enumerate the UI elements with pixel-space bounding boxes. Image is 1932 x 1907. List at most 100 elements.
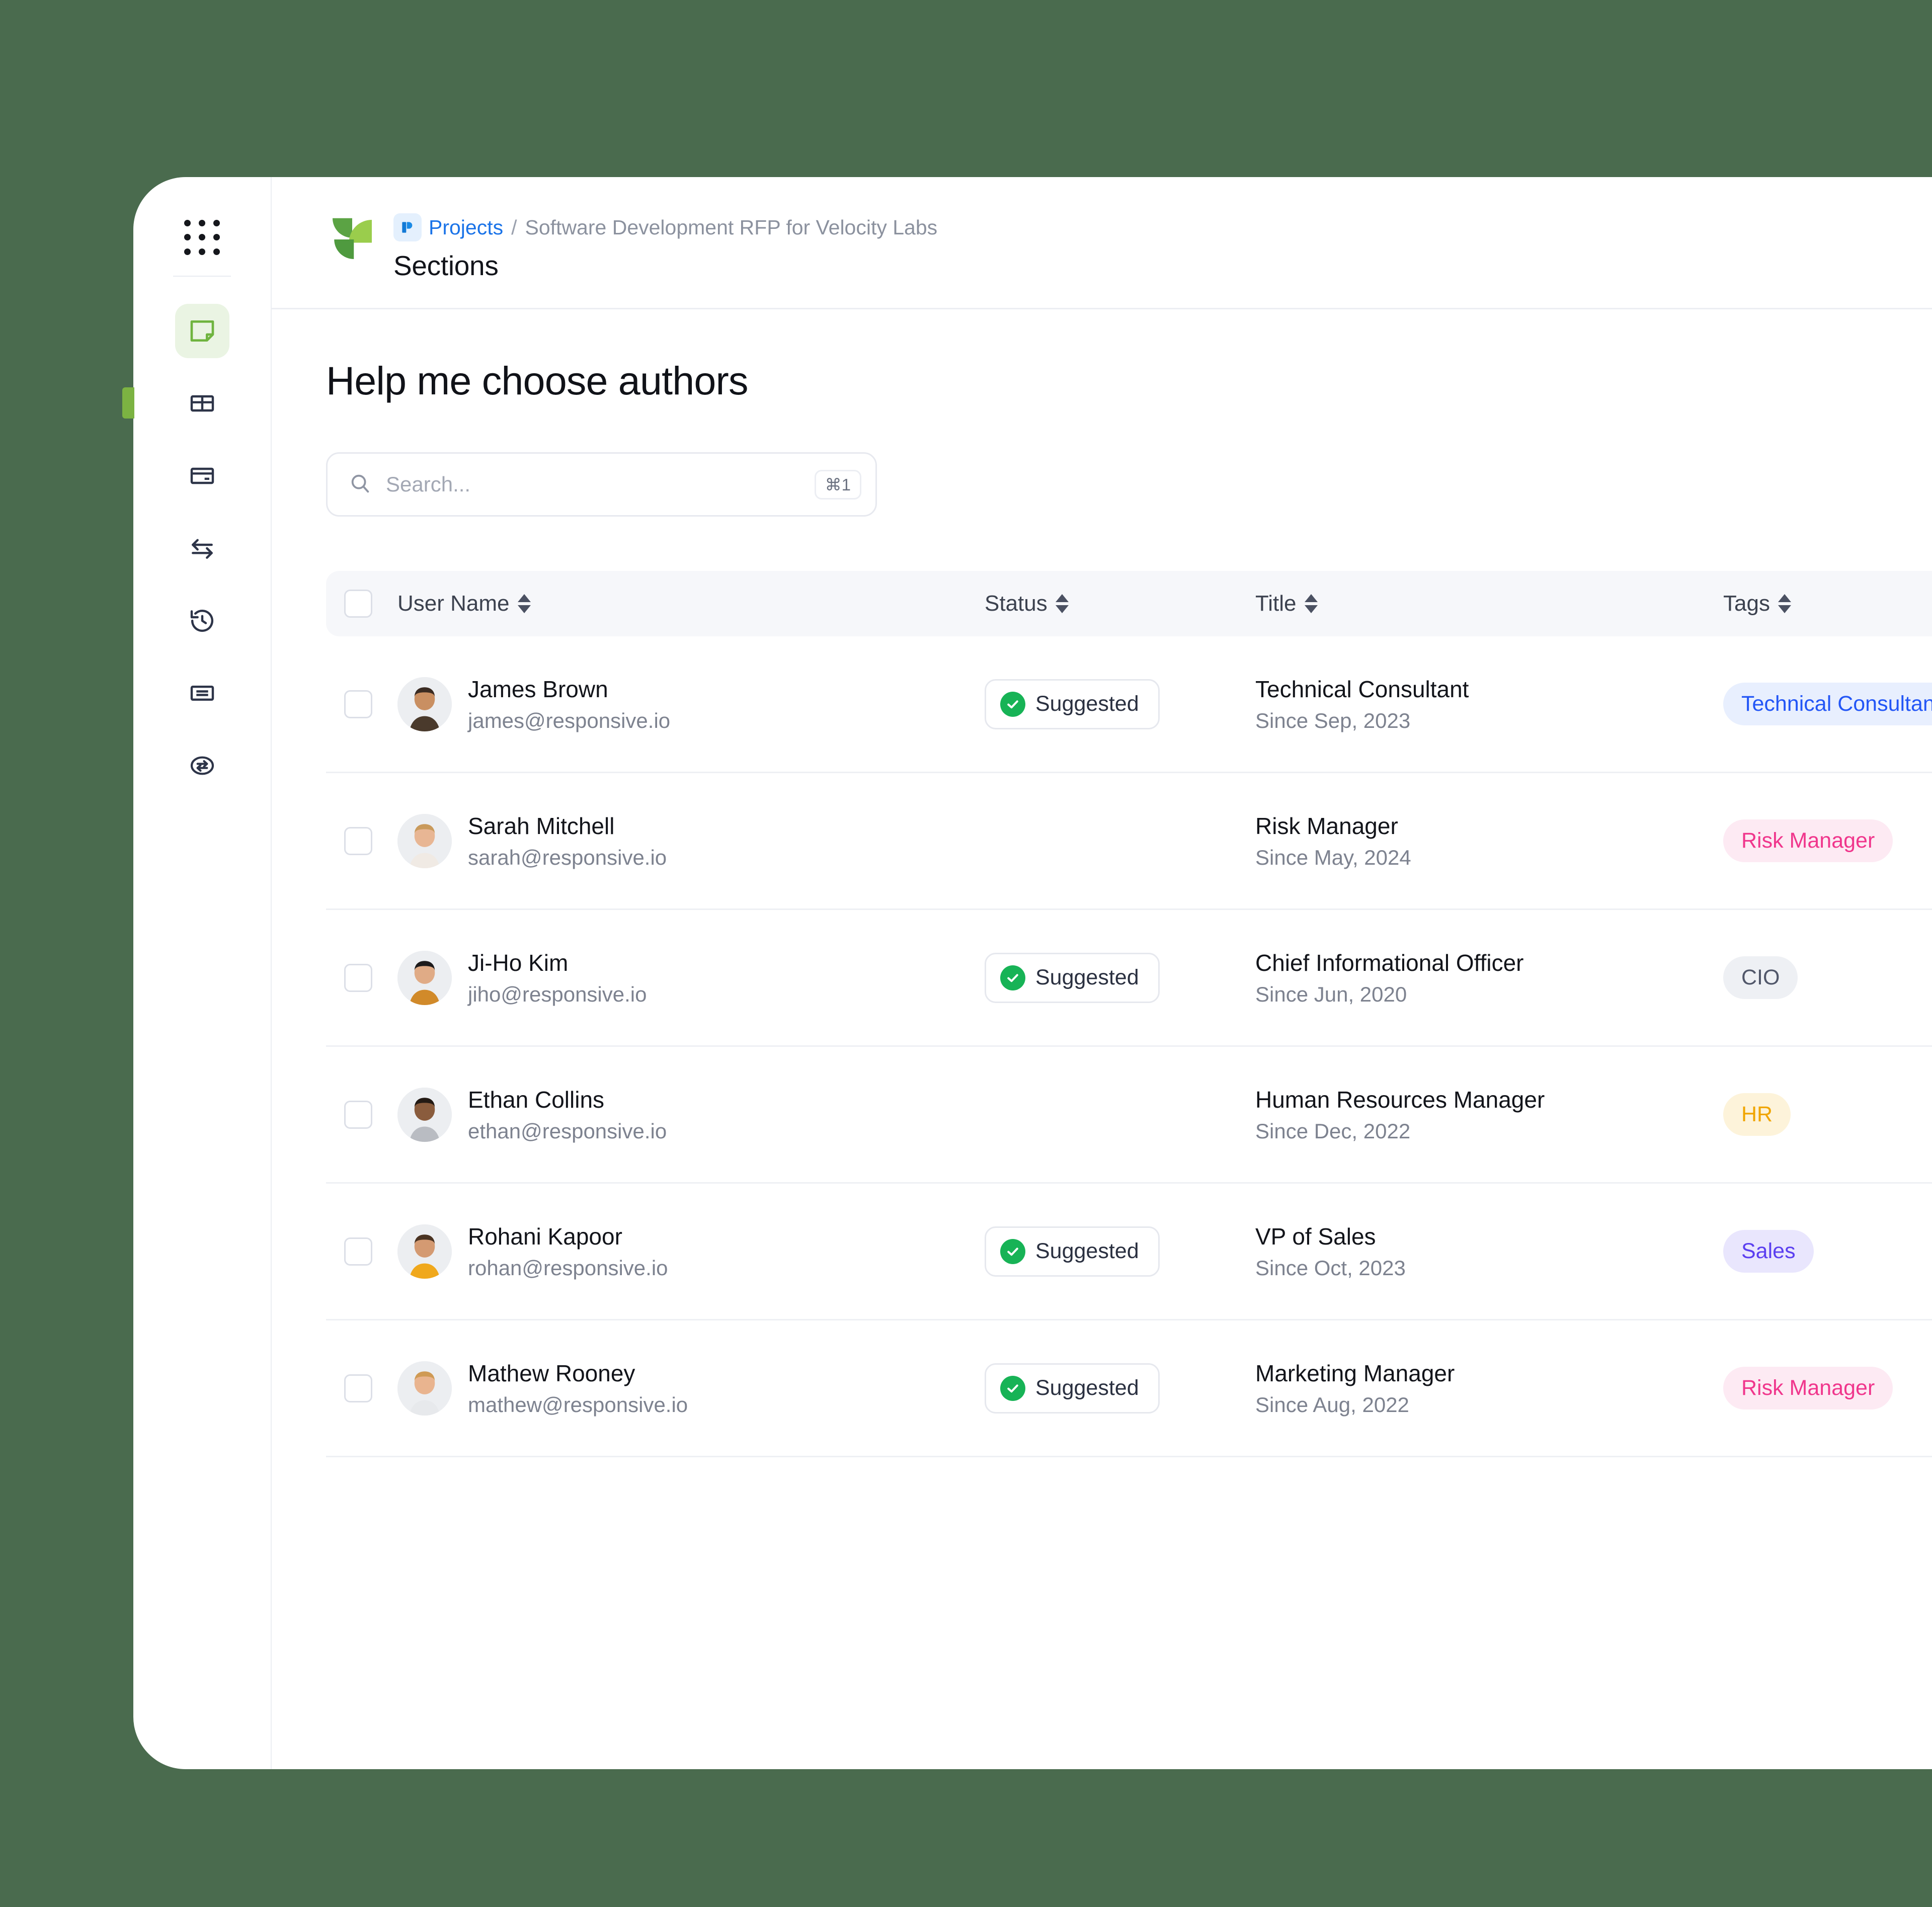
tag-badge[interactable]: Sales	[1723, 1230, 1814, 1273]
status-badge-suggested[interactable]: Suggested	[985, 1226, 1160, 1277]
icon-rail	[133, 177, 272, 1769]
status-badge-label: Suggested	[1035, 1376, 1139, 1400]
sort-arrows-icon	[1778, 594, 1791, 613]
user-name: James Brown	[468, 676, 608, 702]
select-all-checkbox[interactable]	[344, 590, 372, 618]
status-badge-suggested[interactable]: Suggested	[985, 1363, 1160, 1414]
tag-badge[interactable]: CIO	[1723, 956, 1798, 999]
row-checkbox[interactable]	[344, 826, 372, 855]
sort-arrows-icon	[517, 594, 531, 613]
user-email: mathew@responsive.io	[468, 1392, 688, 1417]
rail-item-history[interactable]	[175, 594, 229, 648]
user-email: james@responsive.io	[468, 708, 671, 732]
rail-item-table[interactable]	[175, 376, 229, 431]
job-title: Human Resources Manager	[1255, 1086, 1545, 1113]
breadcrumb-projects-link[interactable]: Projects	[429, 216, 503, 239]
grid-dots-icon[interactable]	[183, 218, 221, 257]
since-date: Since Aug, 2022	[1255, 1392, 1409, 1417]
job-title: Marketing Manager	[1255, 1360, 1455, 1386]
title-cell: VP of Sales Since Oct, 2023	[1255, 1223, 1723, 1280]
user-email: jiho@responsive.io	[468, 982, 647, 1006]
avatar	[397, 813, 452, 868]
table-row[interactable]: Rohani Kapoor rohan@responsive.io Suggeste…	[326, 1184, 1932, 1320]
row-checkbox[interactable]	[344, 1100, 372, 1129]
search-input[interactable]	[386, 472, 815, 496]
avatar	[397, 1224, 452, 1279]
user-cell: James Brown james@responsive.io	[397, 676, 985, 733]
rail-item-swap[interactable]	[175, 521, 229, 575]
card-icon	[188, 462, 216, 490]
row-select-cell	[326, 1100, 397, 1129]
header-cell-status: Status	[985, 591, 1255, 616]
header-label-user-name: User Name	[397, 591, 510, 616]
history-icon	[188, 607, 216, 635]
table-row[interactable]: Ji-Ho Kim jiho@responsive.io Suggested Chie…	[326, 910, 1932, 1047]
job-title: Risk Manager	[1255, 812, 1398, 839]
user-name: Ji-Ho Kim	[468, 949, 569, 976]
document-icon	[188, 679, 216, 707]
table-row[interactable]: Mathew Rooney mathew@responsive.io Suggest…	[326, 1320, 1932, 1457]
page-header: Projects / Software Development RFP for …	[272, 177, 1932, 309]
row-checkbox[interactable]	[344, 1237, 372, 1266]
user-name: Rohani Kapoor	[468, 1223, 622, 1250]
note-icon	[188, 317, 216, 345]
tag-badge[interactable]: Risk Manager	[1723, 1367, 1893, 1409]
status-badge-label: Suggested	[1035, 692, 1139, 716]
tag-badge[interactable]: Risk Manager	[1723, 819, 1893, 862]
tag-badge[interactable]: Technical Consultant	[1723, 683, 1932, 725]
page-title: Sections	[393, 250, 499, 281]
search-icon	[349, 472, 372, 498]
sort-user-name[interactable]: User Name	[397, 591, 531, 616]
row-select-cell	[326, 826, 397, 855]
sort-title[interactable]: Title	[1255, 591, 1318, 616]
user-identity: James Brown james@responsive.io	[468, 676, 670, 733]
select-all-cell	[326, 590, 397, 618]
projects-app-icon	[393, 213, 422, 241]
table-row[interactable]: Sarah Mitchell sarah@responsive.io Risk Ma…	[326, 773, 1932, 910]
user-cell: Ethan Collins ethan@responsive.io	[397, 1086, 985, 1143]
avatar	[397, 1087, 452, 1142]
status-cell: Suggested	[985, 679, 1255, 729]
swap-icon	[188, 534, 216, 562]
status-cell: Suggested	[985, 1363, 1255, 1414]
table-header-row: User Name Status Title Tags	[326, 571, 1932, 636]
tag-badge[interactable]: HR	[1723, 1093, 1791, 1136]
table-row[interactable]: James Brown james@responsive.io Suggested T…	[326, 636, 1932, 773]
status-badge-suggested[interactable]: Suggested	[985, 952, 1160, 1003]
rail-item-card[interactable]	[175, 449, 229, 503]
header-label-tags: Tags	[1723, 591, 1770, 616]
title-cell: Risk Manager Since May, 2024	[1255, 812, 1723, 870]
breadcrumb-separator: /	[511, 215, 517, 239]
avatar	[397, 950, 452, 1005]
check-circle-icon	[1000, 691, 1025, 717]
user-email: ethan@responsive.io	[468, 1119, 667, 1143]
sort-tags[interactable]: Tags	[1723, 591, 1791, 616]
row-checkbox[interactable]	[344, 690, 372, 718]
rail-item-sections[interactable]	[175, 304, 229, 358]
breadcrumb: Projects / Software Development RFP for …	[393, 213, 937, 241]
job-title: Chief Informational Officer	[1255, 949, 1524, 976]
user-cell: Rohani Kapoor rohan@responsive.io	[397, 1223, 985, 1280]
row-select-cell	[326, 690, 397, 718]
sort-status[interactable]: Status	[985, 591, 1069, 616]
user-name: Sarah Mitchell	[468, 812, 615, 839]
leaf-logo	[326, 213, 378, 266]
rail-item-document[interactable]	[175, 666, 229, 720]
user-identity: Rohani Kapoor rohan@responsive.io	[468, 1223, 668, 1280]
row-checkbox[interactable]	[344, 1374, 372, 1402]
user-email: sarah@responsive.io	[468, 845, 667, 869]
search-box[interactable]: ⌘1	[326, 452, 877, 517]
row-checkbox[interactable]	[344, 963, 372, 992]
check-circle-icon	[1000, 1375, 1025, 1401]
since-date: Since Dec, 2022	[1255, 1119, 1411, 1143]
table-icon	[188, 389, 216, 418]
app-panel: Projects / Software Development RFP for …	[133, 177, 1932, 1769]
row-select-cell	[326, 1374, 397, 1402]
user-cell: Sarah Mitchell sarah@responsive.io	[397, 812, 985, 870]
header-texts: Projects / Software Development RFP for …	[393, 210, 937, 282]
table-row[interactable]: Ethan Collins ethan@responsive.io Human Re…	[326, 1047, 1932, 1184]
since-date: Since Oct, 2023	[1255, 1256, 1406, 1280]
status-badge-suggested[interactable]: Suggested	[985, 679, 1160, 729]
rail-item-transfer[interactable]	[175, 738, 229, 793]
left-edge-green-tab[interactable]	[122, 387, 134, 419]
